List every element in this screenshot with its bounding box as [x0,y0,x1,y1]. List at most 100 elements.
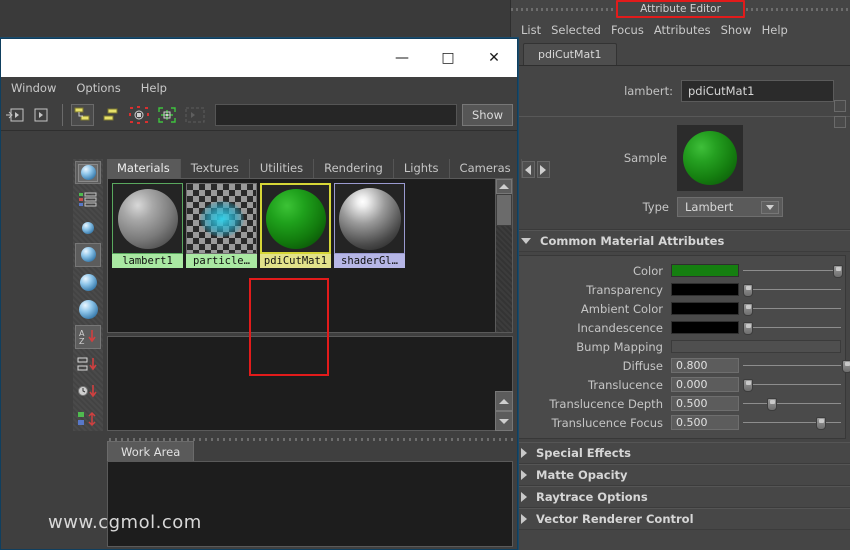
medium-swatch-icon[interactable] [75,243,101,267]
numeric-input[interactable]: 0.800 [671,358,739,373]
scroll-down-icon[interactable] [495,411,513,431]
tab-scroll-left-icon[interactable] [521,161,535,178]
large-swatch-icon[interactable] [75,271,101,294]
hypershade-tabbar: Materials Textures Utilities Rendering Light… [107,159,550,178]
numeric-input[interactable]: 0.000 [671,377,739,392]
presets-arrow-icon[interactable] [834,100,846,112]
map-field[interactable] [671,340,841,353]
browser-scrollbar[interactable] [495,178,513,333]
navigate-back-icon[interactable] [3,104,26,126]
slider-handle[interactable] [743,378,753,392]
slider-handle[interactable] [841,359,850,373]
section-special-effects[interactable]: Special Effects [511,442,850,464]
chevron-down-icon[interactable] [761,200,779,214]
list-view-icon[interactable] [75,188,101,211]
material-swatch[interactable]: pdiCutMat1 [260,183,331,332]
section-matte-opacity[interactable]: Matte Opacity [511,464,850,486]
slider-handle[interactable] [743,283,753,297]
menu-show[interactable]: Show [721,23,762,37]
attribute-slider[interactable] [743,302,845,316]
clear-graph-icon[interactable] [127,104,150,126]
tab-rendering[interactable]: Rendering [314,159,394,178]
sphere-preview-icon [265,188,326,249]
material-sample-swatch[interactable] [677,125,743,191]
material-swatch[interactable]: particle… [186,183,257,332]
tab-utilities[interactable]: Utilities [250,159,315,178]
tab-scroll-right-icon[interactable] [536,161,550,178]
tab-lights[interactable]: Lights [394,159,450,178]
menu-help[interactable]: Help [762,23,798,37]
material-thumbnail[interactable] [334,183,405,254]
xlarge-swatch-icon[interactable] [75,298,101,321]
graph-input-connections-icon[interactable] [71,103,94,126]
attribute-slider[interactable] [743,283,845,297]
hypershade-sidebar: A Z [73,159,103,431]
attribute-editor-titlebar[interactable]: Attribute Editor [511,0,850,18]
show-button[interactable]: Show [461,103,513,126]
menu-selected[interactable]: Selected [551,23,611,37]
color-swatch[interactable] [671,321,739,334]
slider-handle[interactable] [816,416,827,430]
material-thumbnail[interactable] [112,183,183,254]
maximize-button[interactable]: □ [425,39,471,77]
slider-handle[interactable] [832,264,843,278]
slider-handle[interactable] [767,397,778,411]
attribute-slider[interactable] [743,397,845,411]
slider-handle[interactable] [743,302,753,316]
attribute-slider[interactable] [743,359,850,373]
menu-help[interactable]: Help [141,81,167,95]
section-title: Raytrace Options [536,490,648,504]
section-raytrace-options[interactable]: Raytrace Options [511,486,850,508]
sort-by-time-icon[interactable] [75,380,101,403]
sort-reverse-icon[interactable] [75,408,101,431]
scroll-up-icon[interactable] [495,391,513,411]
rearrange-graph-icon[interactable] [155,104,178,126]
scroll-up-icon[interactable] [496,179,512,194]
sort-by-type-icon[interactable] [75,353,101,376]
show-hidden-nodes-icon[interactable] [183,104,206,126]
node-name-input[interactable]: pdiCutMat1 [681,80,834,102]
tab-textures[interactable]: Textures [181,159,250,178]
attribute-slider[interactable] [743,321,845,335]
tab-pdicutmat1[interactable]: pdiCutMat1 [523,43,617,65]
search-input[interactable] [215,103,457,126]
graph-output-connections-icon[interactable] [99,104,122,126]
menu-window[interactable]: Window [11,81,56,95]
section-common-material-attributes[interactable]: Common Material Attributes [511,230,850,252]
color-swatch[interactable] [671,302,739,315]
numeric-input[interactable]: 0.500 [671,396,739,411]
menu-list[interactable]: List [521,23,551,37]
node-map-icon[interactable] [834,116,846,128]
material-thumbnail[interactable] [260,183,331,254]
minimize-button[interactable]: — [379,39,425,77]
material-browser: lambert1 particle… pdiCutMat1 shaderGl… [107,178,513,333]
menu-attributes[interactable]: Attributes [654,23,721,37]
attribute-label: Translucence Focus [551,415,663,430]
navigate-forward-icon[interactable] [31,104,54,126]
material-swatch[interactable]: shaderGl… [334,183,405,332]
numeric-input[interactable]: 0.500 [671,415,739,430]
attribute-slider[interactable] [743,264,845,278]
type-dropdown[interactable]: Lambert [677,197,783,217]
close-button[interactable]: ✕ [471,39,517,77]
color-swatch[interactable] [671,283,739,296]
material-swatch[interactable]: lambert1 [112,183,183,332]
sort-alphabetical-icon[interactable]: A Z [75,325,101,349]
small-swatch-icon[interactable] [75,216,101,239]
color-swatch[interactable] [671,264,739,277]
tab-materials[interactable]: Materials [107,159,181,178]
work-area-canvas[interactable] [107,461,513,547]
menu-focus[interactable]: Focus [611,23,654,37]
tab-cameras[interactable]: Cameras [450,159,522,178]
attribute-slider[interactable] [743,378,845,392]
tab-work-area[interactable]: Work Area [107,441,195,462]
show-materials-icon[interactable] [75,161,101,185]
section-vector-renderer-control[interactable]: Vector Renderer Control [511,508,850,530]
menu-options[interactable]: Options [76,81,120,95]
slider-handle[interactable] [743,321,753,335]
attribute-slider[interactable] [743,416,845,430]
material-thumbnail[interactable] [186,183,257,254]
scrollbar-thumb[interactable] [496,194,512,226]
slider-track [743,402,841,404]
hypershade-titlebar[interactable]: — □ ✕ [1,39,517,77]
